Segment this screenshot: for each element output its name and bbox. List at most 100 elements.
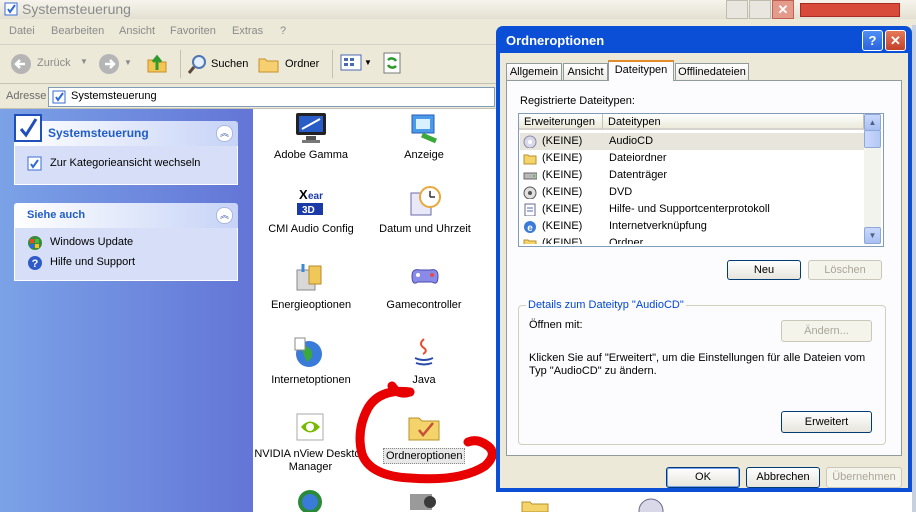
menu-ansicht[interactable]: Ansicht	[119, 25, 155, 37]
folders-button[interactable]: Ordner	[258, 52, 324, 76]
close-button[interactable]: ✕	[772, 0, 794, 19]
list-scrollbar[interactable]: ▲ ▼	[864, 114, 881, 244]
row-extension: (KEINE)	[542, 237, 583, 244]
row-type: DVD	[609, 186, 633, 198]
sync-icon[interactable]	[382, 52, 402, 74]
menu-bearbeiten[interactable]: Bearbeiten	[51, 25, 104, 37]
clock-icon[interactable]	[408, 185, 442, 219]
collapse-chevron-icon[interactable]: ︽	[216, 207, 233, 224]
scanner-camera-icon[interactable]	[408, 488, 442, 512]
row-type: Ordner	[609, 237, 644, 244]
row-extension: (KEINE)	[542, 186, 583, 198]
menu-help[interactable]: ?	[280, 25, 286, 37]
globe-icon[interactable]	[293, 336, 327, 370]
tab-allgemein[interactable]: Allgemein	[506, 63, 562, 80]
window-title: Systemsteuerung	[22, 1, 131, 17]
cancel-button[interactable]: Abbrechen	[746, 467, 820, 488]
icon-label[interactable]: Gamecontroller	[369, 299, 479, 311]
folders-label: Ordner	[285, 58, 320, 70]
link-category-view[interactable]: Zur Kategorieansicht wechseln	[50, 157, 200, 169]
views-icon[interactable]	[340, 54, 364, 72]
forward-dropdown-icon[interactable]: ▼	[124, 58, 132, 67]
minimize-button[interactable]	[726, 0, 748, 19]
tab-offlinedateien[interactable]: Offlinedateien	[675, 63, 749, 80]
list-row[interactable]: (KEINE) AudioCD	[520, 133, 864, 150]
display-icon[interactable]	[408, 111, 442, 145]
apply-button[interactable]: Übernehmen	[826, 467, 902, 488]
column-extensions[interactable]: Erweiterungen	[519, 114, 603, 130]
menu-favoriten[interactable]: Favoriten	[170, 25, 216, 37]
background-cd-icon	[638, 498, 664, 512]
scroll-thumb[interactable]	[864, 130, 881, 148]
menu-extras[interactable]: Extras	[232, 25, 263, 37]
svg-text:?: ?	[32, 258, 39, 270]
list-row[interactable]: (KEINE) Dateiordner	[520, 150, 864, 167]
icon-label[interactable]: Adobe Gamma	[256, 149, 366, 161]
panel-systemsteuerung: Systemsteuerung ︽ Zur Kategorieansicht w…	[14, 121, 238, 185]
delete-button[interactable]: Löschen	[808, 260, 882, 280]
list-row[interactable]: (KEINE) Hilfe- und Supportcenterprotokol…	[520, 201, 864, 218]
row-extension: (KEINE)	[542, 152, 583, 164]
help-button[interactable]: ?	[862, 30, 883, 51]
java-icon[interactable]	[408, 336, 442, 370]
menu-datei[interactable]: Datei	[9, 25, 35, 37]
forward-arrow-icon[interactable]	[98, 53, 120, 75]
list-row[interactable]: (KEINE) Datenträger	[520, 167, 864, 184]
collapse-chevron-icon[interactable]: ︽	[216, 125, 233, 142]
new-button[interactable]: Neu	[727, 260, 801, 280]
list-row[interactable]: (KEINE) DVD	[520, 184, 864, 201]
toolbar-separator	[180, 50, 181, 78]
internet-shortcut-icon: e	[524, 221, 536, 233]
dialog-close-button[interactable]: ✕	[885, 30, 906, 51]
row-extension: (KEINE)	[542, 135, 583, 147]
panel-header[interactable]: Siehe auch ︽	[14, 203, 238, 228]
control-panel-large-icon	[14, 114, 42, 142]
power-icon[interactable]	[293, 260, 327, 294]
list-row[interactable]: (KEINE) Ordner	[520, 235, 864, 244]
address-input[interactable]: Systemsteuerung	[48, 87, 495, 107]
scroll-up-icon[interactable]: ▲	[864, 114, 881, 131]
row-type: Dateiordner	[609, 152, 667, 164]
row-extension: (KEINE)	[542, 169, 583, 181]
audio-config-icon[interactable]: Xear 3D	[293, 185, 327, 219]
nvidia-icon[interactable]	[293, 410, 327, 444]
windows-update-icon	[28, 236, 42, 250]
advanced-button[interactable]: Erweitert	[781, 411, 872, 433]
icon-label[interactable]: Anzeige	[369, 149, 479, 161]
icon-label[interactable]: CMI Audio Config	[256, 223, 366, 235]
back-label: Zurück	[37, 57, 71, 69]
tab-ansicht[interactable]: Ansicht	[563, 63, 608, 80]
panel-see-also: Siehe auch ︽ Windows Update ? Hilfe und …	[14, 203, 238, 281]
panel-header[interactable]: Systemsteuerung ︽	[14, 121, 238, 146]
panel-title: Siehe auch	[27, 209, 86, 221]
folder-icon	[523, 239, 537, 244]
icon-label[interactable]: Energieoptionen	[256, 299, 366, 311]
dvd-icon	[523, 186, 537, 199]
column-filetypes[interactable]: Dateitypen	[603, 114, 864, 130]
link-help-support[interactable]: Hilfe und Support	[50, 256, 135, 268]
info-line: Klicken Sie auf "Erweitert", um die Eins…	[529, 352, 866, 364]
network-globe-icon[interactable]	[296, 488, 324, 512]
gamepad-icon[interactable]	[408, 260, 442, 294]
registered-types-label: Registrierte Dateitypen:	[520, 95, 635, 107]
tab-dateitypen[interactable]: Dateitypen	[608, 60, 674, 81]
row-type: Internetverknüpfung	[609, 220, 707, 232]
list-row[interactable]: e (KEINE) Internetverknüpfung	[520, 218, 864, 235]
views-dropdown-icon[interactable]: ▼	[364, 58, 372, 67]
back-button[interactable]: Zurück ▼	[8, 51, 88, 75]
row-extension: (KEINE)	[542, 220, 583, 232]
ok-button[interactable]: OK	[666, 467, 740, 488]
maximize-button[interactable]	[749, 0, 771, 19]
up-folder-icon[interactable]	[146, 52, 168, 74]
drive-icon	[523, 172, 537, 180]
row-type: Hilfe- und Supportcenterprotokoll	[609, 203, 770, 215]
toolbar-separator	[332, 50, 333, 78]
scroll-down-icon[interactable]: ▼	[864, 227, 881, 244]
link-windows-update[interactable]: Windows Update	[50, 236, 133, 248]
search-icon	[187, 55, 206, 74]
monitor-icon[interactable]	[294, 111, 328, 145]
panel-title: Systemsteuerung	[48, 126, 149, 140]
icon-label[interactable]: Datum und Uhrzeit	[370, 223, 480, 235]
change-button[interactable]: Ändern...	[781, 320, 872, 342]
search-button[interactable]: Suchen	[187, 52, 251, 76]
